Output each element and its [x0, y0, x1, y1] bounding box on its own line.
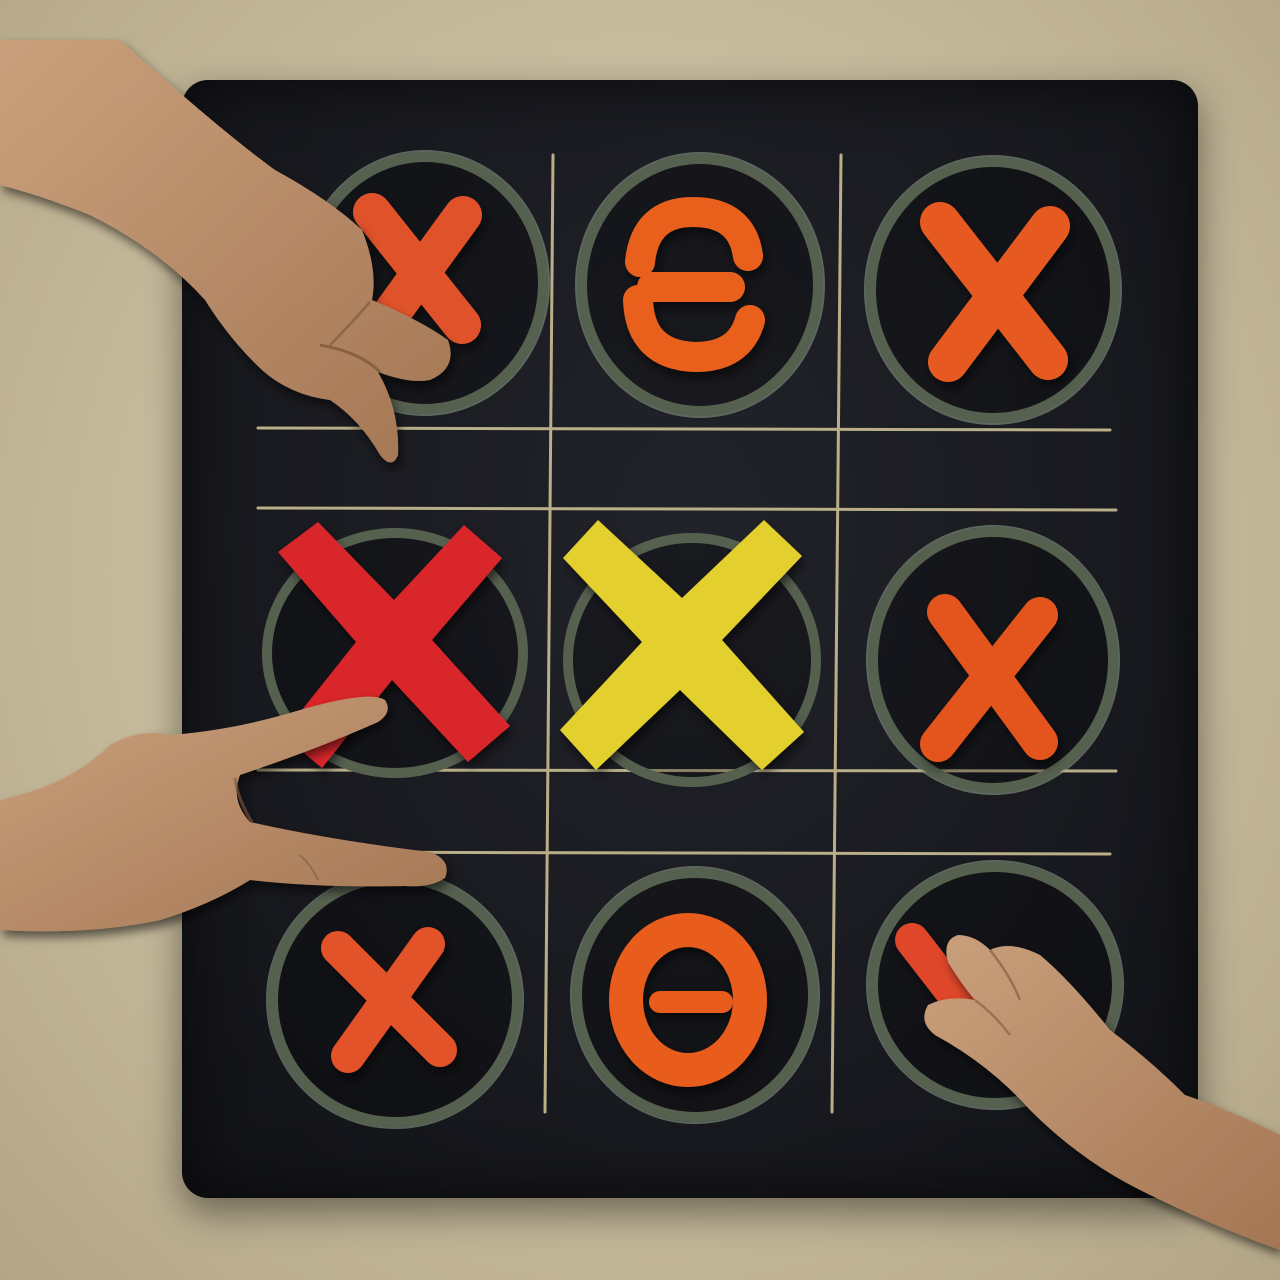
board-overlay — [0, 40, 1280, 1250]
grid-line-h1b — [256, 506, 1118, 512]
grid-line-v2 — [830, 153, 843, 1114]
game-scene — [0, 0, 1280, 1280]
